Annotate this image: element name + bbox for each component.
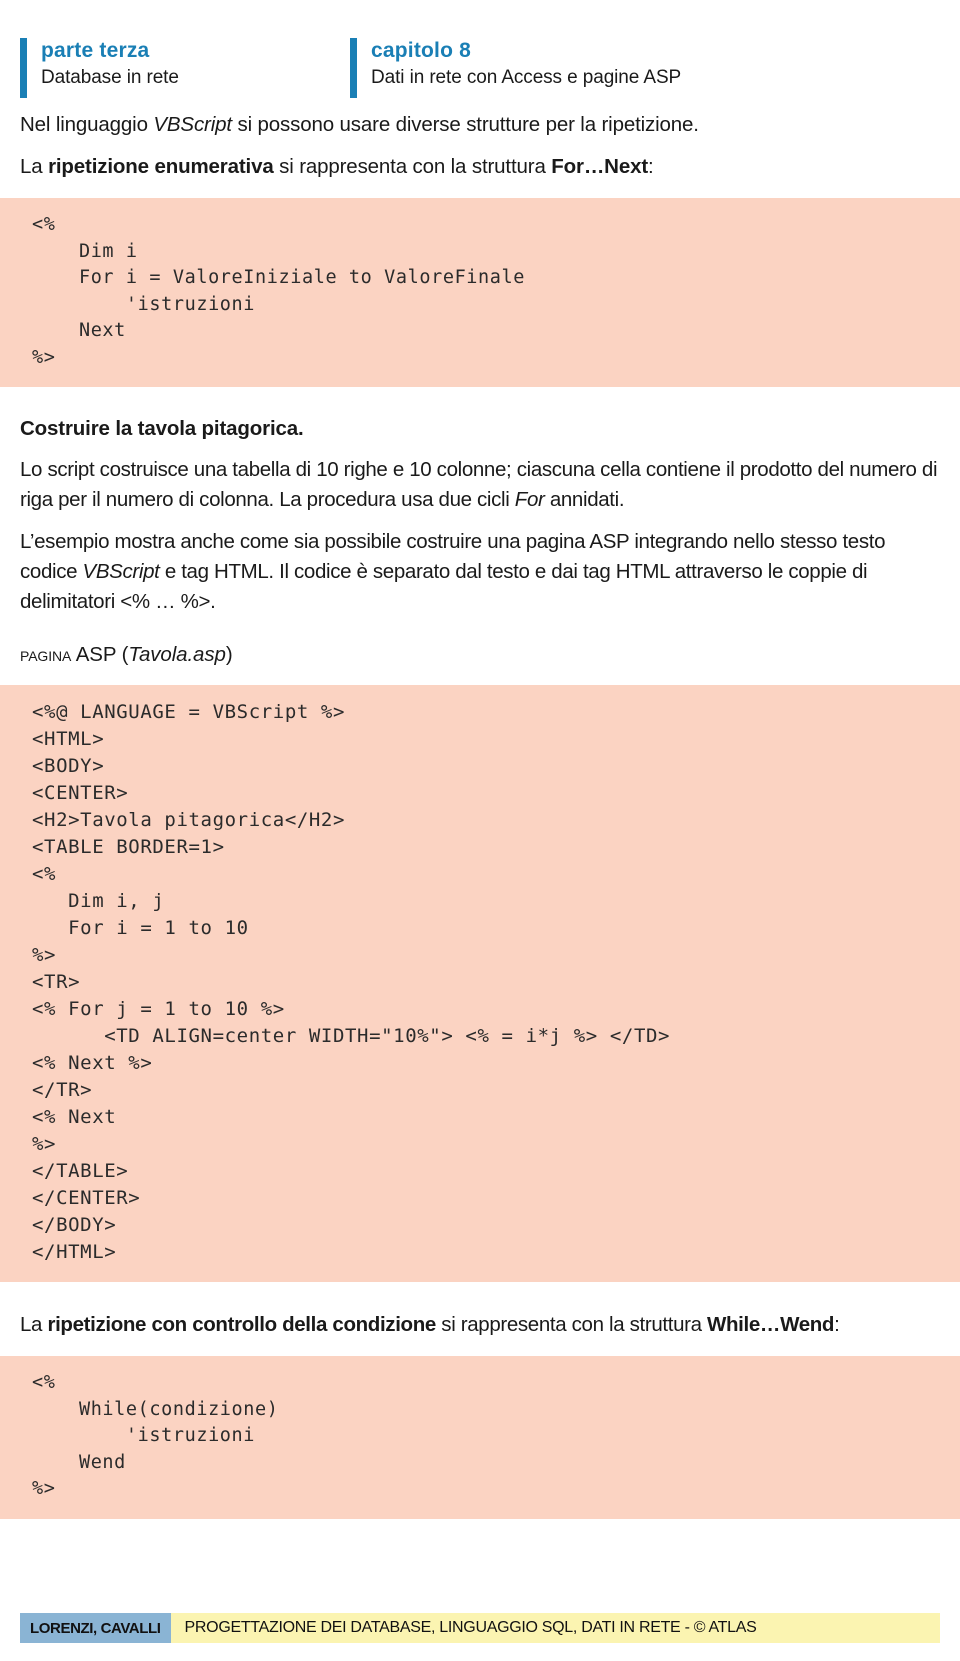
while-bold-1: ripetizione con controllo della condizio…: [47, 1313, 436, 1336]
section-paragraph-2: L’esempio mostra anche come sia possibil…: [20, 527, 940, 617]
while-text-c: :: [834, 1313, 840, 1336]
header-chapter-label: capitolo 8: [371, 39, 472, 62]
intro2-bold-1: ripetizione enumerativa: [48, 155, 274, 178]
asp-page-label: Pagina ASP (Tavola.asp): [20, 641, 940, 669]
header-part-subtitle: Database in rete: [41, 67, 179, 88]
intro2-text-b: si rappresenta con la struttura: [273, 155, 552, 178]
header-chapter-block: capitolo 8 Dati in rete con Access e pag…: [350, 38, 681, 98]
sec-p1-italic: For: [514, 488, 545, 511]
header-left-text: parte terza Database in rete: [41, 38, 179, 87]
while-text-a: La: [20, 1313, 48, 1336]
asp-label-close: ): [225, 643, 233, 666]
footer-authors: LORENZI, CAVALLI: [20, 1613, 171, 1643]
intro2-text-c: :: [648, 155, 654, 178]
sec-p1-a: Lo script costruisce una tabella di 10 r…: [20, 458, 938, 511]
while-text-b: si rappresenta con la struttura: [435, 1313, 707, 1336]
header-right-text: capitolo 8 Dati in rete con Access e pag…: [371, 38, 681, 87]
intro-paragraph-2: La ripetizione enumerativa si rappresent…: [20, 152, 940, 182]
asp-label-filename: Tavola.asp: [128, 643, 226, 666]
while-wend-paragraph: La ripetizione con controllo della condi…: [20, 1310, 940, 1340]
while-bold-2: While…Wend: [707, 1313, 835, 1336]
intro-text-a: Nel linguaggio: [20, 113, 154, 136]
footer-title: PROGETTAZIONE DEI DATABASE, LINGUAGGIO S…: [170, 1613, 940, 1643]
section-paragraph-1: Lo script costruisce una tabella di 10 r…: [20, 455, 940, 515]
sec-p1-b: annidati.: [544, 488, 625, 511]
header-accent-bar-right: [350, 38, 357, 98]
intro-text-b: si possono usare diverse strutture per l…: [231, 113, 699, 136]
header-chapter-subtitle: Dati in rete con Access e pagine ASP: [371, 67, 682, 88]
intro2-text-a: La: [20, 155, 49, 178]
intro2-bold-2: For…Next: [551, 155, 649, 178]
asp-label-rest: ASP (: [71, 643, 129, 666]
intro-text-italic: VBScript: [153, 113, 232, 136]
header-part-label: parte terza: [41, 39, 150, 62]
document-page: parte terza Database in rete capitolo 8 …: [0, 0, 960, 1661]
header-accent-bar-left: [20, 38, 27, 98]
section-heading-tavola-pitagorica: Costruire la tavola pitagorica.: [20, 417, 304, 440]
code-block-for-next: <% Dim i For i = ValoreIniziale to Valor…: [0, 198, 960, 387]
header-part-block: parte terza Database in rete: [20, 38, 350, 98]
sec-p2-italic: VBScript: [82, 560, 160, 583]
page-footer: LORENZI, CAVALLI PROGETTAZIONE DEI DATAB…: [20, 1613, 940, 1643]
code-block-while-wend: <% While(condizione) 'istruzioni Wend %>: [0, 1356, 960, 1519]
asp-label-smallcaps: Pagina: [20, 643, 72, 666]
intro-paragraph-1: Nel linguaggio VBScript si possono usare…: [20, 110, 940, 140]
page-header: parte terza Database in rete capitolo 8 …: [20, 0, 940, 98]
code-block-asp-page: <%@ LANGUAGE = VBScript %> <HTML> <BODY>…: [0, 685, 960, 1282]
